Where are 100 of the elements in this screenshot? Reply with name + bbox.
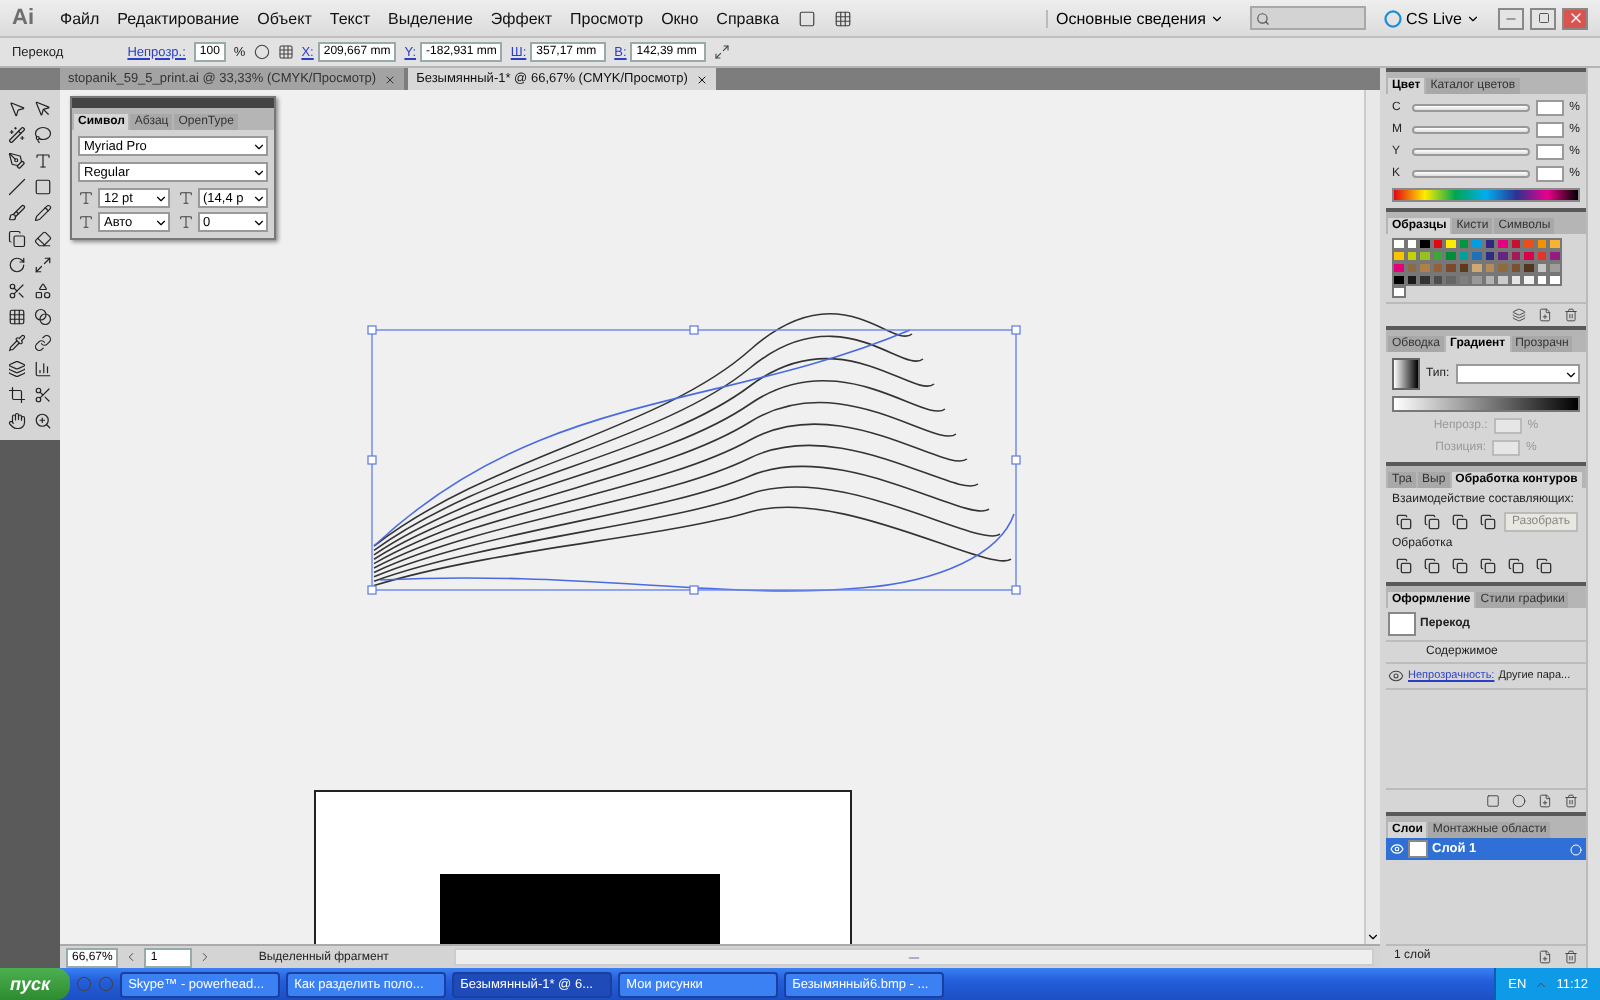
scale-tool-icon[interactable]	[30, 254, 56, 276]
new-swatch-icon[interactable]	[1538, 308, 1552, 322]
horizontal-scrollbar[interactable]	[454, 948, 1374, 966]
close-icon[interactable]	[695, 73, 708, 85]
color-swatch[interactable]	[1496, 238, 1509, 250]
color-swatch[interactable]	[1548, 262, 1561, 274]
color-swatch[interactable]	[1522, 238, 1535, 250]
menu-item[interactable]: Справка	[716, 9, 780, 27]
color-swatch[interactable]	[1392, 262, 1405, 274]
channel-field[interactable]	[1535, 144, 1564, 160]
menu-item[interactable]: Окно	[661, 9, 699, 27]
shape-mode-button[interactable]	[1476, 512, 1498, 532]
color-swatch[interactable]	[1444, 238, 1457, 250]
gradient-preview[interactable]	[1392, 358, 1420, 390]
gradient-type-dropdown[interactable]	[1455, 364, 1580, 384]
color-swatch[interactable]	[1470, 262, 1483, 274]
visibility-icon[interactable]	[1388, 668, 1404, 684]
next-page-icon[interactable]	[198, 950, 213, 964]
color-swatch[interactable]	[1548, 274, 1561, 286]
swatch-library-icon[interactable]	[1512, 308, 1526, 322]
shape-mode-button[interactable]	[1392, 512, 1414, 532]
color-swatch[interactable]	[1548, 250, 1561, 262]
delete-icon[interactable]	[1564, 950, 1578, 964]
reference-point-icon[interactable]	[277, 44, 294, 60]
color-swatch[interactable]	[1470, 274, 1483, 286]
vertical-scrollbar[interactable]	[1364, 90, 1380, 944]
color-swatch[interactable]	[1522, 262, 1535, 274]
menu-item[interactable]: Просмотр	[570, 9, 644, 27]
tray-icon[interactable]	[1534, 977, 1549, 991]
minimize-button[interactable]	[1498, 7, 1524, 29]
delete-icon[interactable]	[1564, 308, 1578, 322]
zoom-icon[interactable]	[30, 410, 56, 432]
color-swatch[interactable]	[1392, 274, 1405, 286]
color-swatch[interactable]	[1444, 250, 1457, 262]
cs-live-button[interactable]: CS Live	[1383, 9, 1480, 27]
color-swatch[interactable]	[1418, 250, 1431, 262]
color-swatch[interactable]	[1548, 238, 1561, 250]
pencil-tool-icon[interactable]	[30, 202, 56, 224]
rectangle-tool-icon[interactable]	[30, 176, 56, 198]
color-swatch[interactable]	[1418, 274, 1431, 286]
menu-item[interactable]: Файл	[60, 9, 100, 27]
color-swatch[interactable]	[1392, 250, 1405, 262]
color-swatch[interactable]	[1522, 250, 1535, 262]
previous-page-icon[interactable]	[124, 950, 139, 964]
close-button[interactable]	[1562, 7, 1588, 29]
line-tool-icon[interactable]	[4, 176, 30, 198]
transform-icon[interactable]	[714, 44, 731, 60]
color-swatch[interactable]	[1496, 274, 1509, 286]
magic-wand-icon[interactable]	[4, 124, 30, 146]
color-swatch[interactable]	[1496, 262, 1509, 274]
pathfinder-button[interactable]	[1532, 556, 1554, 576]
color-swatch[interactable]	[1418, 262, 1431, 274]
channel-field[interactable]	[1535, 122, 1564, 138]
color-swatch[interactable]	[1470, 238, 1483, 250]
pathfinder-button[interactable]	[1504, 556, 1526, 576]
duplicate-icon[interactable]	[1538, 794, 1552, 808]
target-icon[interactable]	[1570, 843, 1582, 855]
menu-item[interactable]: Объект	[257, 9, 312, 27]
workspace-switcher[interactable]: Основные сведения	[1046, 9, 1232, 27]
shape-mode-button[interactable]	[1448, 512, 1470, 532]
color-swatch[interactable]	[1470, 250, 1483, 262]
shape-builder-icon[interactable]	[30, 280, 56, 302]
lasso-icon[interactable]	[30, 124, 56, 146]
channel-field[interactable]	[1535, 100, 1564, 116]
color-swatch[interactable]	[1418, 238, 1431, 250]
mesh-tool-icon[interactable]	[4, 306, 30, 328]
search-field[interactable]	[1249, 6, 1366, 30]
eraser-tool-icon[interactable]	[30, 228, 56, 250]
arrange-icon[interactable]	[833, 9, 852, 27]
hand-tool-icon[interactable]	[4, 410, 30, 432]
pathfinder-button[interactable]	[1392, 556, 1414, 576]
color-swatch[interactable]	[1522, 274, 1535, 286]
close-icon	[1567, 10, 1583, 26]
menu-item[interactable]: Текст	[329, 9, 371, 27]
pen-tool-icon[interactable]	[4, 150, 30, 172]
type-tool-icon[interactable]	[30, 150, 56, 172]
menu-item[interactable]: Выделение	[388, 9, 473, 27]
color-swatch[interactable]	[1444, 262, 1457, 274]
delete-icon[interactable]	[1564, 794, 1578, 808]
color-swatch[interactable]	[1392, 286, 1405, 298]
pathfinder-button[interactable]	[1420, 556, 1442, 576]
menu-item[interactable]: Эффект	[490, 9, 553, 27]
color-swatch[interactable]	[1496, 250, 1509, 262]
graph-tool-icon[interactable]	[30, 358, 56, 380]
menu-item[interactable]: Редактирование	[117, 9, 240, 27]
brush-tool-icon[interactable]	[4, 202, 30, 224]
color-swatch[interactable]	[1392, 238, 1405, 250]
shape-mode-button[interactable]	[1420, 512, 1442, 532]
new-layer-icon[interactable]	[1538, 950, 1552, 964]
color-spectrum[interactable]	[1392, 188, 1580, 202]
maximize-button[interactable]	[1530, 7, 1556, 29]
direct-selection-tool-icon[interactable]	[30, 98, 56, 120]
color-swatch[interactable]	[1444, 274, 1457, 286]
rotate-tool-icon[interactable]	[4, 254, 30, 276]
pathfinder-button[interactable]	[1476, 556, 1498, 576]
selection-tool-icon[interactable]	[4, 98, 30, 120]
color-ramp	[1412, 170, 1530, 178]
eyedropper-icon[interactable]	[4, 332, 30, 354]
pathfinder-button[interactable]	[1448, 556, 1470, 576]
channel-field[interactable]	[1535, 166, 1564, 182]
